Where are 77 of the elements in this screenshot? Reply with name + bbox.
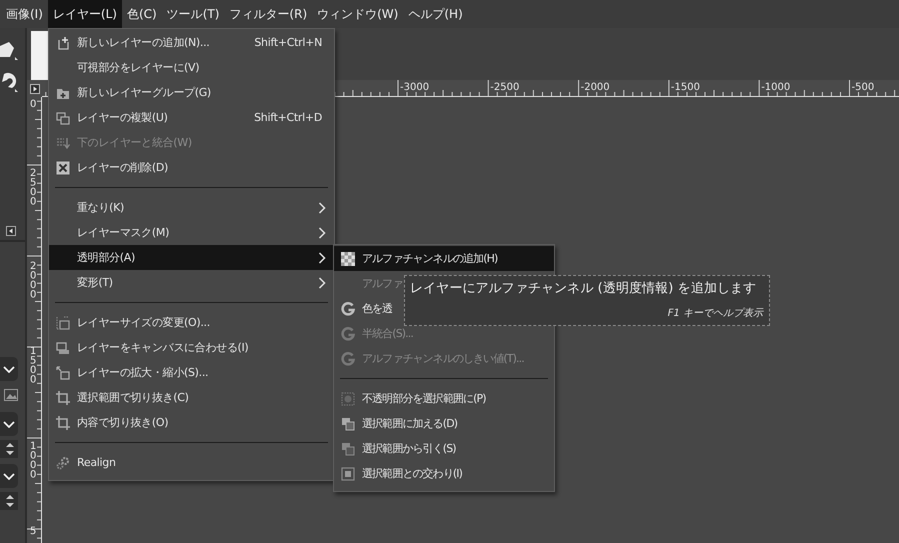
menu-item[interactable]: 透明部分(A) <box>49 245 334 270</box>
shortcut-label: Shift+Ctrl+N <box>253 36 323 49</box>
gegl-icon <box>341 302 355 316</box>
merge-down-icon <box>56 136 70 150</box>
checkerboard-icon <box>341 252 355 266</box>
help-hint: F1 キーでヘルプ表示 <box>668 306 763 320</box>
selection-subtract-icon <box>341 442 355 456</box>
chevron-down-icon <box>3 366 15 372</box>
ruler-label: -2000 <box>580 82 610 93</box>
menu-item[interactable]: レイヤーマスク(M) <box>49 220 334 245</box>
menu-item[interactable]: 色を透 <box>334 296 554 321</box>
menu-item[interactable]: レイヤーサイズの変更(O)... <box>49 310 334 335</box>
spin-buttons[interactable] <box>0 440 18 458</box>
delete-icon <box>56 160 70 174</box>
menu-item[interactable]: レイヤーの拡大・縮小(S)... <box>49 360 334 385</box>
menu-bar-item[interactable]: ヘルプ(H) <box>403 0 468 28</box>
collapse-button[interactable] <box>6 226 16 236</box>
menu-bar-item[interactable]: 色(C) <box>122 0 162 28</box>
selection-add-icon <box>341 416 355 430</box>
dropdown-button[interactable] <box>0 412 18 436</box>
menu-bar-item[interactable]: フィルター(R) <box>224 0 312 28</box>
menu-bar-item[interactable]: レイヤー(L) <box>48 0 122 28</box>
layer-add-icon <box>56 36 70 50</box>
duplicate-icon <box>56 110 70 124</box>
ruler-label: 0 <box>30 99 36 110</box>
gegl-icon <box>341 352 355 366</box>
menu-item[interactable]: 可視部分をレイヤーに(V) <box>49 55 334 80</box>
scale-icon <box>56 366 70 380</box>
chevron-right-icon <box>318 252 326 264</box>
menu-item[interactable]: 選択範囲から引く(S) <box>334 436 554 461</box>
chevron-right-icon <box>318 276 326 288</box>
selection-intersect-icon <box>341 466 355 480</box>
menu-item[interactable]: 不透明部分を選択範囲に(P) <box>334 386 554 411</box>
navigate-button[interactable] <box>30 84 40 94</box>
ruler-label: 1000 <box>30 441 36 480</box>
crop-icon <box>56 390 70 404</box>
ruler-label: 1500 <box>30 346 36 386</box>
gegl-icon <box>341 326 355 340</box>
menu-bar-item[interactable]: ウィンドウ(W) <box>312 0 404 28</box>
spin-buttons[interactable] <box>0 492 18 510</box>
menu-item[interactable]: Realign <box>49 450 334 475</box>
chevron-down-icon <box>3 472 15 480</box>
gear-icon <box>56 456 70 470</box>
dropdown-button[interactable] <box>0 357 18 381</box>
menu-item[interactable]: 選択範囲で切り抜き(C) <box>49 385 334 410</box>
menu-item[interactable]: レイヤーの削除(D) <box>49 155 334 180</box>
chevron-right-icon <box>318 202 326 214</box>
tooltip-text: レイヤーにアルファチャンネル (透明度情報) を追加します <box>410 280 758 297</box>
menu-item[interactable]: レイヤーをキャンバスに合わせる(I) <box>49 335 334 360</box>
ruler-label: -1500 <box>670 82 700 93</box>
crop-icon <box>56 416 70 430</box>
menu-item[interactable]: レイヤーの複製(U) Shift+Ctrl+D <box>49 105 334 130</box>
ruler-label: -500 <box>852 82 874 93</box>
ruler-label: 2000 <box>30 261 36 300</box>
menu-bar-item[interactable]: ツール(T) <box>162 0 224 28</box>
ruler-label: -1000 <box>761 82 790 93</box>
menu-item[interactable]: 変形(T) <box>49 270 334 295</box>
menu-item[interactable]: 選択範囲に加える(D) <box>334 411 554 436</box>
ruler-label: -2500 <box>490 82 520 93</box>
ruler-label: 5 <box>30 526 36 537</box>
menu-bar-item[interactable]: 画像(I) <box>0 0 48 28</box>
menu-item[interactable]: 新しいレイヤーグループ(G) <box>49 80 334 105</box>
chevron-right-icon <box>318 226 326 238</box>
image-icon <box>4 389 18 401</box>
selection-icon <box>341 392 355 406</box>
menu-item[interactable]: 内容で切り抜き(O) <box>49 410 334 435</box>
chevron-down-icon <box>3 420 15 428</box>
shortcut-label: Shift+Ctrl+D <box>253 111 323 124</box>
resize-icon <box>56 316 70 330</box>
menu-item[interactable]: アルファチャンネルの追加(H) <box>334 246 554 271</box>
dropdown-button[interactable] <box>0 464 18 488</box>
menu-item[interactable]: 新しいレイヤーの追加(N)... Shift+Ctrl+N <box>49 30 334 55</box>
ruler-label: -3000 <box>400 82 430 93</box>
layer-canvas-icon <box>56 340 70 354</box>
menu-item[interactable]: 選択範囲との交わり(I) <box>334 461 554 486</box>
menu-item[interactable]: 重なり(K) <box>49 195 334 220</box>
ruler-label: 2500 <box>30 168 36 208</box>
